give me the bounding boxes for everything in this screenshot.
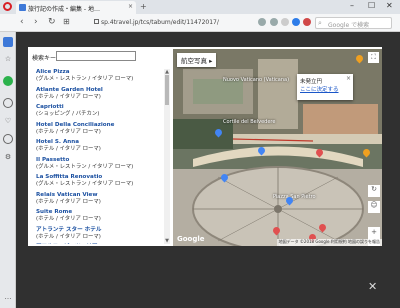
place-category: (グルメ・レストラン / イタリア ローマ) (36, 181, 134, 187)
snapshot-icon[interactable] (258, 18, 266, 26)
place-name-link[interactable]: Suite Rome (36, 209, 142, 216)
browser-sidebar: ☆ ♡ ⚙ … (0, 32, 16, 308)
keyword-input[interactable] (56, 51, 136, 61)
place-name-link[interactable]: Hotel Della Conciliazione (36, 122, 142, 129)
list-item[interactable]: Alice Pizza (グルメ・レストラン / イタリア ローマ) (32, 69, 142, 87)
list-item[interactable]: Hotel S. Anna (ホテル / イタリア ローマ) (32, 139, 142, 157)
close-window-button[interactable]: ✕ (386, 1, 393, 10)
place-category: (グルメ・レストラン / イタリア ローマ) (36, 76, 134, 82)
forward-icon[interactable]: › (34, 17, 38, 27)
lock-icon (94, 19, 99, 24)
list-item[interactable]: Atlante Garden Hotel (ホテル / イタリア ローマ) (32, 87, 142, 105)
vpn-icon[interactable] (292, 18, 300, 26)
place-category: (グルメ・レストラン / イタリア ローマ) (36, 163, 134, 170)
whatsapp-icon[interactable] (3, 76, 13, 86)
heart-sidebar-icon[interactable]: ♡ (3, 116, 13, 126)
place-name-link[interactable]: アトランテ スター ホテル (36, 227, 142, 234)
place-name-link[interactable]: Atlante Garden Hotel (36, 87, 142, 94)
clock-icon[interactable] (3, 134, 13, 144)
map-label: Piazza San Pietro (273, 194, 316, 200)
list-item[interactable]: Relais Vatican View (ホテル / イタリア ローマ) (32, 192, 142, 210)
map-modal: 検索キーワード Alice Pizza (グルメ・レストラン / イタリア ローマ… (28, 47, 382, 246)
heart-icon[interactable] (281, 18, 289, 26)
url-text: sp.4travel.jp/tcs/tabum/edit/11472017/ (101, 19, 219, 26)
place-category: (ホテル / イタリア ローマ) (36, 146, 101, 152)
reload-icon[interactable]: ↻ (48, 17, 56, 27)
grid-icon[interactable]: ⊞ (63, 17, 70, 26)
more-icon[interactable]: … (3, 292, 13, 302)
rotate-icon[interactable]: ↻ (368, 185, 380, 197)
tab-close-icon[interactable]: × (128, 3, 133, 10)
favicon-icon (19, 4, 26, 11)
modal-close-button[interactable]: ✕ (368, 280, 377, 293)
speed-dial-icon[interactable] (3, 37, 13, 47)
google-logo: Google (177, 235, 205, 243)
place-category: (ホテル / イタリア ローマ) (36, 233, 101, 240)
list-scrollbar[interactable]: ▲ ▼ (164, 69, 170, 244)
address-bar: ‹ › ↻ ⊞ sp.4travel.jp/tcs/tabum/edit/114… (0, 14, 400, 32)
camera-icon[interactable] (270, 18, 278, 26)
info-confirm-link[interactable]: ここに決定する (300, 85, 350, 93)
tab-title: 旅行記の作成・編集 - 地… (28, 6, 100, 13)
tab-bar: 旅行記の作成・編集 - 地… × + – ☐ ✕ (0, 0, 400, 14)
search-icon: ⌕ (318, 19, 322, 27)
map-view[interactable]: 航空写真 ▸ ⛶ Cortile del Belvedere Piazza Sa… (173, 49, 382, 246)
list-item[interactable]: Hotel Della Conciliazione (ホテル / イタリア ローマ… (32, 122, 142, 140)
place-list: Alice Pizza (グルメ・レストラン / イタリア ローマ) Atlante… (32, 69, 142, 244)
map-label: Nuovo Vaticano (Vaticana) (223, 77, 290, 83)
opera-logo-icon[interactable] (3, 2, 12, 11)
info-title: 未発立円 (300, 79, 323, 85)
url-field[interactable]: sp.4travel.jp/tcs/tabum/edit/11472017/ (92, 17, 282, 29)
list-item[interactable]: Il Passetto (グルメ・レストラン / イタリア ローマ) (32, 157, 142, 175)
map-label: Cortile del Belvedere (223, 119, 276, 125)
list-item[interactable]: Suite Rome (ホテル / イタリア ローマ) (32, 209, 142, 227)
zoom-in-button[interactable]: + (368, 227, 380, 238)
place-name-link[interactable]: Alice Pizza (36, 69, 142, 76)
fullscreen-button[interactable]: ⛶ (368, 52, 379, 63)
maximize-button[interactable]: ☐ (368, 1, 375, 10)
place-category: (ホテル / イタリア ローマ) (36, 216, 101, 222)
minimize-button[interactable]: – (350, 1, 354, 10)
browser-tab[interactable]: 旅行記の作成・編集 - 地… × (16, 1, 136, 14)
settings-icon[interactable]: ⚙ (3, 152, 13, 162)
place-category: (ホテル / イタリア ローマ) (36, 93, 101, 100)
history-icon[interactable] (3, 98, 13, 108)
search-input[interactable]: ⌕ Google で検索 (315, 17, 392, 29)
place-category: (ホテル / イタリア ローマ) (36, 198, 101, 205)
scroll-down-icon[interactable]: ▼ (164, 238, 170, 244)
place-category: (ホテル / イタリア ローマ) (36, 128, 101, 135)
list-item[interactable]: アトランテ スター ホテル (ホテル / イタリア ローマ) (32, 227, 142, 245)
place-name-link[interactable]: Capriotti (36, 104, 142, 111)
star-icon[interactable]: ☆ (3, 54, 13, 64)
pegman-icon[interactable]: ☺ (368, 201, 380, 213)
adblock-icon[interactable] (303, 18, 311, 26)
browser-window: 旅行記の作成・編集 - 地… × + – ☐ ✕ ‹ › ↻ ⊞ sp.4tra… (0, 0, 400, 308)
list-item[interactable]: Capriotti (ショッピング / バチカン) (32, 104, 142, 122)
place-category: (ショッピング / バチカン) (36, 111, 100, 117)
place-name-link[interactable]: La Soffitta Renovatio (36, 174, 142, 181)
place-name-link[interactable]: Relais Vatican View (36, 192, 142, 199)
place-name-link[interactable]: Hotel S. Anna (36, 139, 142, 146)
info-close-icon[interactable]: × (346, 75, 351, 82)
map-attribution[interactable]: 地図データ ©2018 Google 利用規約 地図の誤りを報告 (276, 239, 382, 246)
search-placeholder: Google で検索 (328, 22, 370, 29)
place-name-link[interactable]: Il Passetto (36, 157, 142, 164)
back-icon[interactable]: ‹ (20, 17, 24, 27)
scroll-thumb[interactable] (165, 75, 169, 105)
map-type-button[interactable]: 航空写真 ▸ (177, 53, 217, 67)
new-tab-button[interactable]: + (140, 2, 147, 11)
map-info-window: × 未発立円 ここに決定する (297, 74, 353, 100)
list-item[interactable]: La Soffitta Renovatio (グルメ・レストラン / イタリア ロ… (32, 174, 142, 192)
